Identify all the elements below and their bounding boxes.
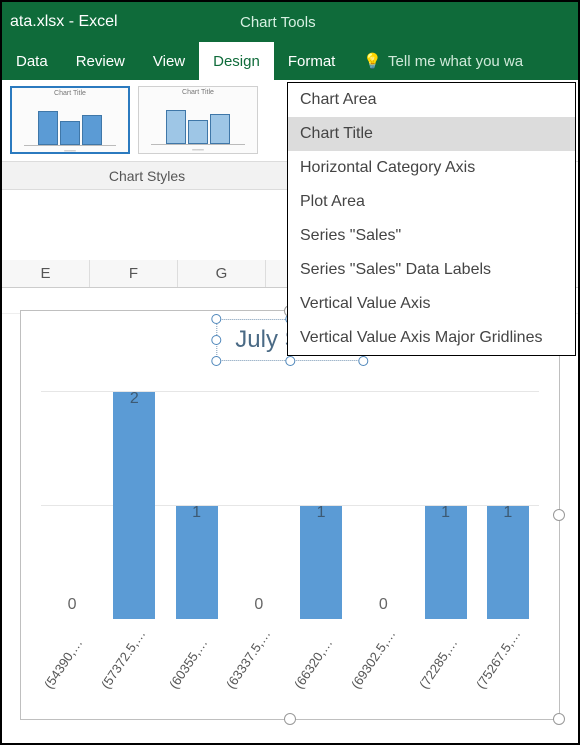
dropdown-item-vertical-axis[interactable]: Vertical Value Axis <box>288 287 575 321</box>
col-e[interactable]: E <box>2 260 90 287</box>
x-axis-labels: (54390,…(57372.5,…(60355,…(63337.5,…(663… <box>41 623 539 713</box>
dropdown-item-series-sales[interactable]: Series "Sales" <box>288 219 575 253</box>
bar[interactable]: 2 <box>113 392 155 619</box>
selection-handle-icon[interactable] <box>211 356 221 366</box>
data-label: 2 <box>130 390 139 408</box>
titlebar: ata.xlsx - Excel Chart Tools <box>2 2 578 42</box>
bar[interactable]: 1 <box>300 506 342 620</box>
bar[interactable]: 1 <box>176 506 218 620</box>
chart-handle-icon[interactable] <box>284 713 296 725</box>
dropdown-item-series-data-labels[interactable]: Series "Sales" Data Labels <box>288 253 575 287</box>
selection-handle-icon[interactable] <box>359 356 369 366</box>
data-label: 1 <box>441 504 450 522</box>
data-label: 0 <box>254 596 263 614</box>
file-name: ata.xlsx - Excel <box>2 13 118 31</box>
tab-review[interactable]: Review <box>62 42 139 80</box>
tell-me-text: Tell me what you wa <box>388 53 523 70</box>
chart-styles-label: Chart Styles <box>2 162 292 190</box>
dropdown-item-horizontal-axis[interactable]: Horizontal Category Axis <box>288 151 575 185</box>
data-label: 0 <box>68 596 77 614</box>
lightbulb-icon: 💡 <box>363 52 382 70</box>
selection-handle-icon[interactable] <box>211 335 221 345</box>
tab-design[interactable]: Design <box>199 42 274 80</box>
dropdown-item-plot-area[interactable]: Plot Area <box>288 185 575 219</box>
chart-tools-tab-group: Chart Tools <box>220 2 336 42</box>
bar[interactable]: 0 <box>51 618 93 619</box>
col-f[interactable]: F <box>90 260 178 287</box>
selection-handle-icon[interactable] <box>211 314 221 324</box>
dropdown-item-chart-title[interactable]: Chart Title <box>288 117 575 151</box>
bar[interactable]: 1 <box>487 506 529 620</box>
bar[interactable]: 0 <box>238 618 280 619</box>
bar[interactable]: 1 <box>425 506 467 620</box>
bar[interactable]: 0 <box>362 618 404 619</box>
data-label: 0 <box>379 596 388 614</box>
chart-style-thumb-2[interactable]: Chart Title ▁▁▁ <box>138 86 258 154</box>
chart-handle-icon[interactable] <box>553 509 565 521</box>
chart-tools-label: Chart Tools <box>220 14 336 31</box>
ribbon-tabs: Data Review View Design Format 💡 Tell me… <box>2 42 578 80</box>
dropdown-item-chart-area[interactable]: Chart Area <box>288 83 575 117</box>
tell-me-search[interactable]: 💡 Tell me what you wa <box>349 42 578 80</box>
selection-handle-icon[interactable] <box>285 356 295 366</box>
data-label: 1 <box>503 504 512 522</box>
dropdown-item-gridlines[interactable]: Vertical Value Axis Major Gridlines <box>288 321 575 355</box>
chart-style-thumb-1[interactable]: Chart Title ▁▁▁ <box>10 86 130 154</box>
chart-element-dropdown: Chart Area Chart Title Horizontal Catego… <box>287 82 576 356</box>
tab-view[interactable]: View <box>139 42 199 80</box>
col-g[interactable]: G <box>178 260 266 287</box>
plot-area[interactable]: 0 2 1 0 1 0 1 1 <box>41 391 539 619</box>
embedded-chart[interactable]: July Sales 02101011 (54390,…(57372.5,…(6… <box>20 310 560 720</box>
chart-handle-icon[interactable] <box>553 713 565 725</box>
tab-data[interactable]: Data <box>2 42 62 80</box>
data-label: 1 <box>317 504 326 522</box>
data-label: 1 <box>192 504 201 522</box>
tab-format[interactable]: Format <box>274 42 350 80</box>
